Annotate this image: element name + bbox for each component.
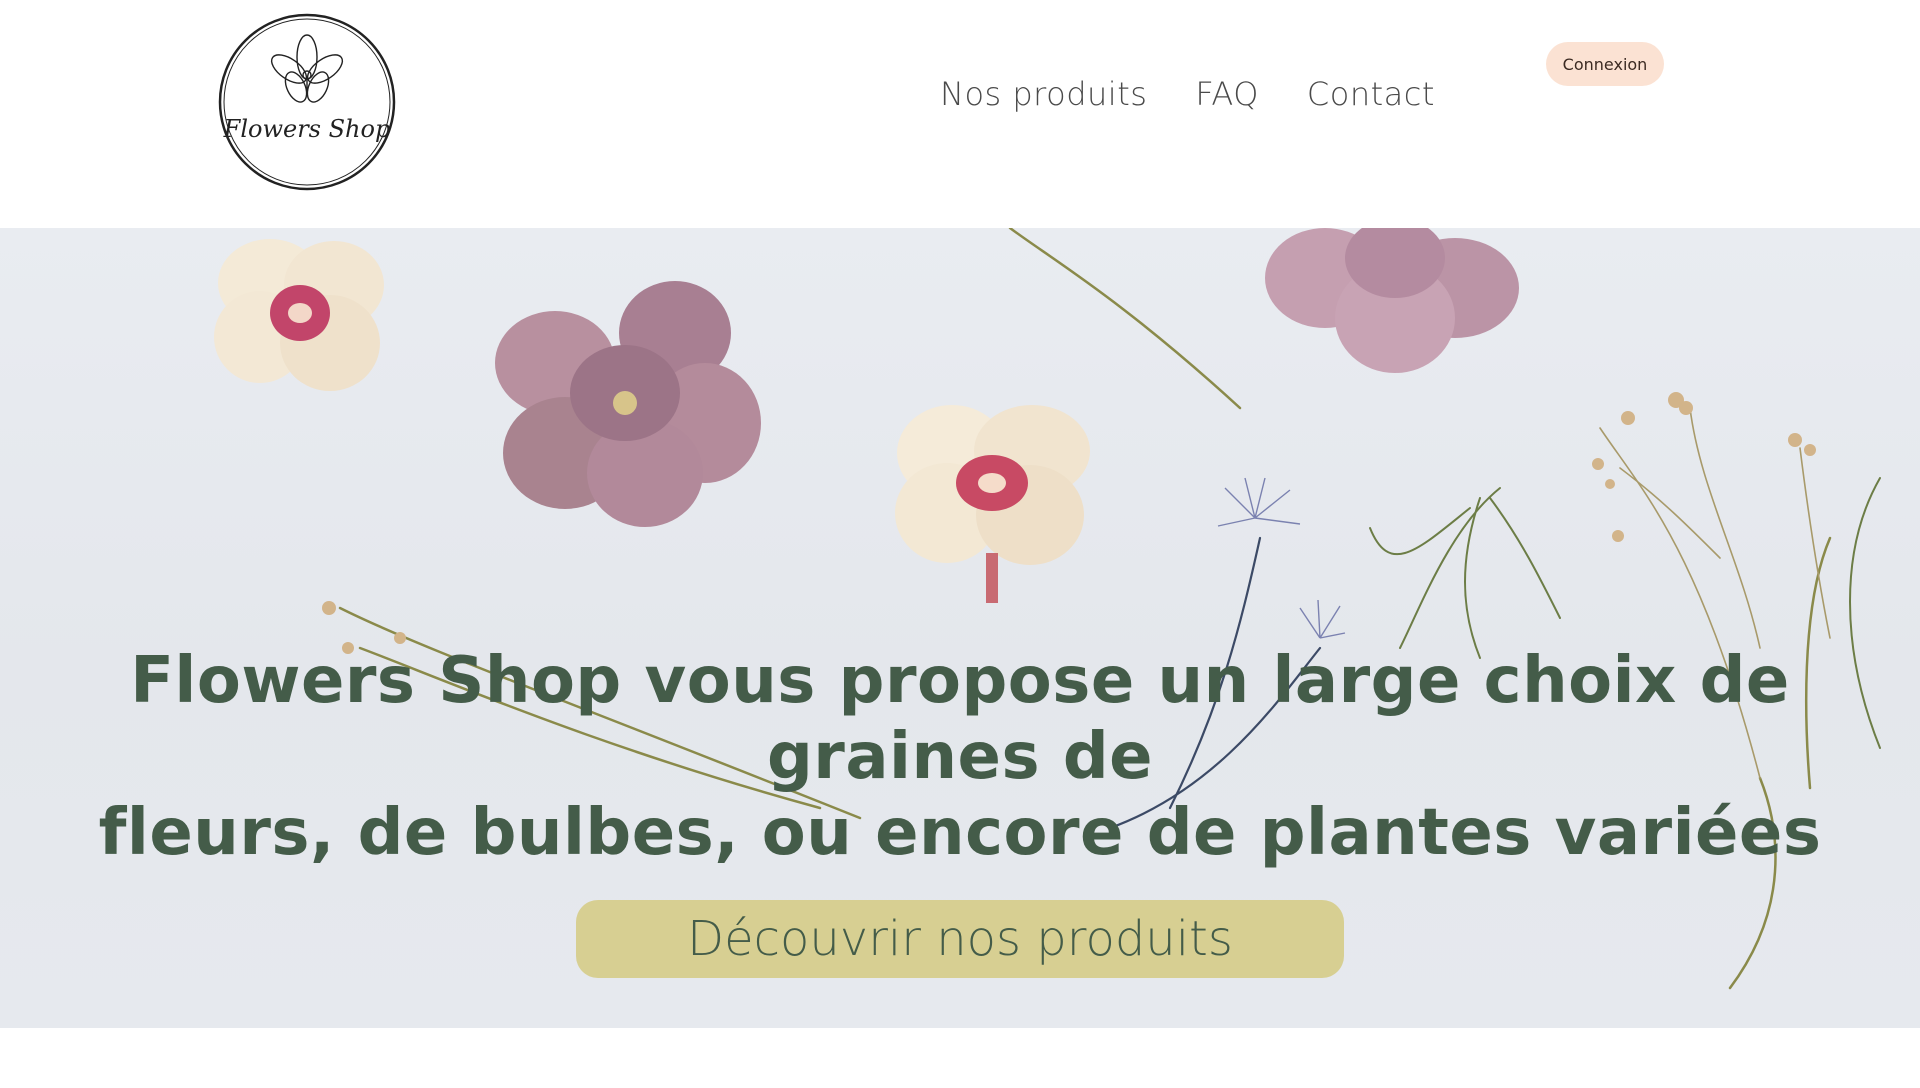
discover-products-button[interactable]: Découvrir nos produits xyxy=(576,900,1344,978)
hero-headline-line1: Flowers Shop vous propose un large choix… xyxy=(130,644,1790,794)
nav-link-faq[interactable]: FAQ xyxy=(1195,75,1258,113)
flowers-shop-logo[interactable]: Flowers Shop xyxy=(216,11,398,193)
login-button[interactable]: Connexion xyxy=(1546,42,1664,86)
logo-text: Flowers Shop xyxy=(223,115,391,143)
site-header: Flowers Shop Nos produits FAQ Contact Co… xyxy=(0,0,1920,228)
nav-link-contact[interactable]: Contact xyxy=(1307,75,1435,113)
nav-link-products[interactable]: Nos produits xyxy=(940,75,1147,113)
hero-banner: Flowers Shop vous propose un large choix… xyxy=(0,228,1920,1028)
hero-headline-line2: fleurs, de bulbes, ou encore de plantes … xyxy=(98,796,1822,870)
hero-headline: Flowers Shop vous propose un large choix… xyxy=(80,643,1840,871)
flower-logo-icon xyxy=(270,34,344,103)
main-nav: Nos produits FAQ Contact xyxy=(940,75,1435,113)
